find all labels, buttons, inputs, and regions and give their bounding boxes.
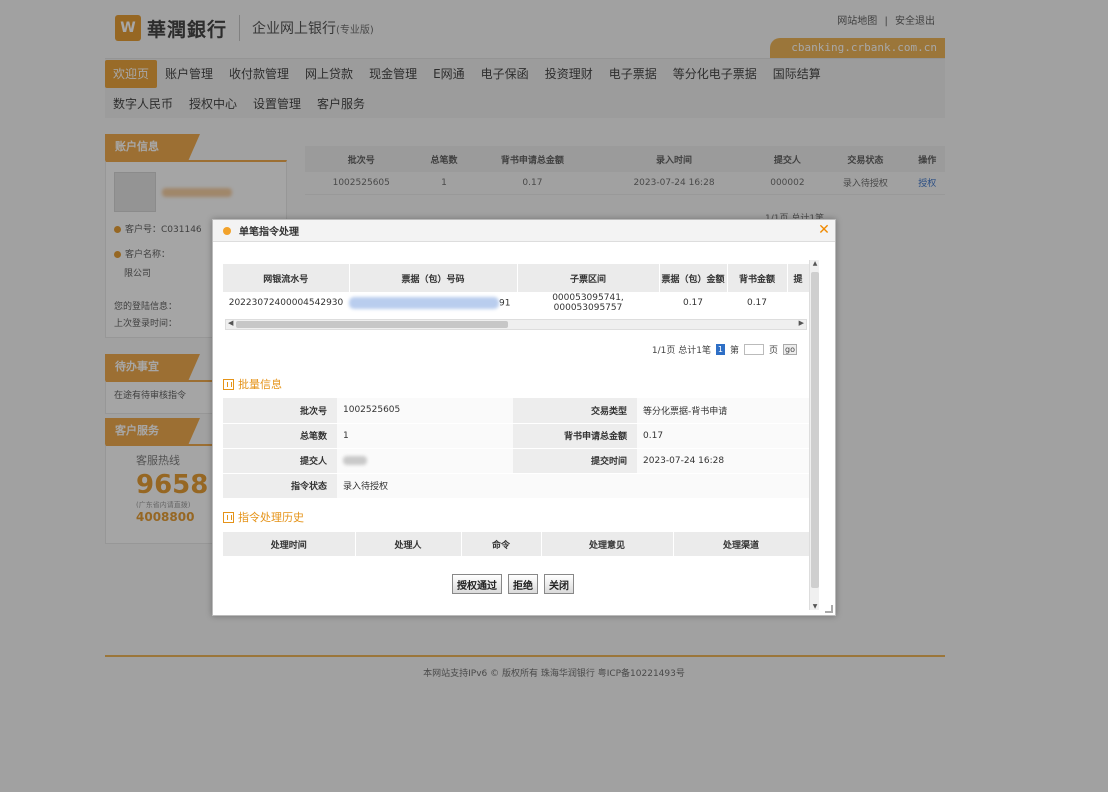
submitter-value — [337, 448, 513, 474]
scroll-left-icon[interactable]: ◀ — [228, 319, 233, 327]
trade-type-value: 等分化票据-背书申请 — [637, 398, 809, 424]
history-title: 指令处理历史 — [238, 511, 304, 524]
dialog-title-icon — [223, 226, 231, 235]
submitter-label: 提交人 — [223, 448, 337, 474]
info-row: 总笔数 1 背书申请总金额 0.17 — [223, 423, 809, 449]
detail-sub-range: 000053095741, 000053095757 — [552, 293, 624, 313]
blurred-submitter — [343, 455, 367, 465]
column-header: 处理意见 — [541, 532, 674, 556]
total-amount-label: 背书申请总金额 — [513, 423, 637, 449]
info-row: 批次号 1002525605 交易类型 等分化票据-背书申请 — [223, 398, 809, 424]
column-header: 背书金额 — [727, 264, 788, 292]
dialog-title: 单笔指令处理 — [239, 227, 299, 238]
history-table: 处理时间 处理人 命令 处理意见 处理渠道 — [223, 532, 810, 556]
column-header: 子票区间 — [517, 264, 660, 292]
table-row[interactable]: 20223072400004542930 91 000053095741, 00… — [223, 292, 809, 314]
scroll-right-icon[interactable]: ▶ — [799, 319, 804, 327]
column-header: 命令 — [461, 532, 542, 556]
history-section: 指令处理历史 — [223, 509, 304, 525]
pager-page-label: 第 — [729, 346, 739, 356]
section-icon — [223, 378, 234, 390]
batch-info-section: 批量信息 — [223, 376, 282, 392]
pager-current-page[interactable]: 1 — [715, 344, 725, 355]
detail-bill-no: 91 — [349, 292, 517, 314]
detail-extra — [787, 292, 809, 314]
history-table-header: 处理时间 处理人 命令 处理意见 处理渠道 — [223, 532, 810, 556]
column-header: 处理渠道 — [673, 532, 810, 556]
submit-time-value: 2023-07-24 16:28 — [637, 448, 809, 474]
column-header: 票据（包）号码 — [349, 264, 518, 292]
detail-endorse-amount: 0.17 — [746, 298, 768, 308]
blurred-bill-no — [349, 297, 499, 309]
scroll-thumb[interactable] — [236, 321, 508, 328]
column-header: 网银流水号 — [223, 264, 350, 292]
pager-go-button[interactable]: go — [783, 344, 797, 355]
detail-serial-no: 20223072400004542930 — [228, 298, 344, 308]
detail-pager: 1/1页 总计1笔 1 第 页 go — [652, 343, 797, 356]
close-button[interactable]: 关闭 — [544, 574, 574, 594]
batch-info-title: 批量信息 — [238, 378, 282, 391]
trade-type-label: 交易类型 — [513, 398, 637, 424]
status-label: 指令状态 — [223, 473, 337, 499]
batch-info-table: 批次号 1002525605 交易类型 等分化票据-背书申请 总笔数 1 背书申… — [223, 398, 809, 499]
detail-table: 网银流水号 票据（包）号码 子票区间 票据（包）金额 背书金额提 20223072400… — [223, 264, 810, 314]
column-header: 票据（包）金额 — [659, 264, 728, 292]
detail-bill-no-suffix: 91 — [499, 298, 511, 309]
dialog-actions: 授权通过 拒绝 关闭 — [213, 574, 813, 594]
pager-page-input[interactable] — [743, 344, 764, 355]
vertical-scrollbar[interactable]: ▲ ▼ — [809, 260, 819, 610]
section-icon — [223, 511, 234, 523]
pager-summary: 1/1页 总计1笔 — [651, 346, 711, 356]
column-header: 提 — [787, 264, 810, 292]
approve-button[interactable]: 授权通过 — [452, 574, 502, 594]
info-row: 提交人 提交时间 2023-07-24 16:28 — [223, 448, 809, 474]
detail-bill-amount: 0.17 — [682, 298, 704, 308]
scroll-down-icon[interactable]: ▼ — [810, 603, 820, 610]
submit-time-label: 提交时间 — [513, 448, 637, 474]
status-value: 录入待授权 — [337, 473, 809, 499]
column-header: 处理时间 — [223, 532, 356, 556]
info-row: 指令状态 录入待授权 — [223, 473, 809, 499]
batch-no-value: 1002525605 — [337, 398, 513, 424]
reject-button[interactable]: 拒绝 — [508, 574, 538, 594]
batch-no-label: 批次号 — [223, 398, 337, 424]
column-header: 处理人 — [355, 532, 462, 556]
dialog-header: 单笔指令处理 — [213, 220, 835, 242]
total-count-label: 总笔数 — [223, 423, 337, 449]
detail-table-header: 网银流水号 票据（包）号码 子票区间 票据（包）金额 背书金额提 — [223, 264, 810, 292]
scroll-thumb[interactable] — [811, 272, 819, 588]
close-icon[interactable]: ✕ — [817, 223, 831, 237]
instruction-dialog: 单笔指令处理 ✕ 网银流水号 票据（包）号码 子票区间 票据（包）金额 背书金额提 20… — [212, 219, 836, 616]
total-count-value: 1 — [337, 423, 513, 449]
pager-page-unit: 页 — [768, 346, 778, 356]
scroll-up-icon[interactable]: ▲ — [810, 260, 820, 267]
horizontal-scrollbar[interactable]: ◀ ▶ — [225, 319, 807, 330]
total-amount-value: 0.17 — [637, 423, 809, 449]
resize-grip-icon[interactable] — [825, 605, 833, 613]
